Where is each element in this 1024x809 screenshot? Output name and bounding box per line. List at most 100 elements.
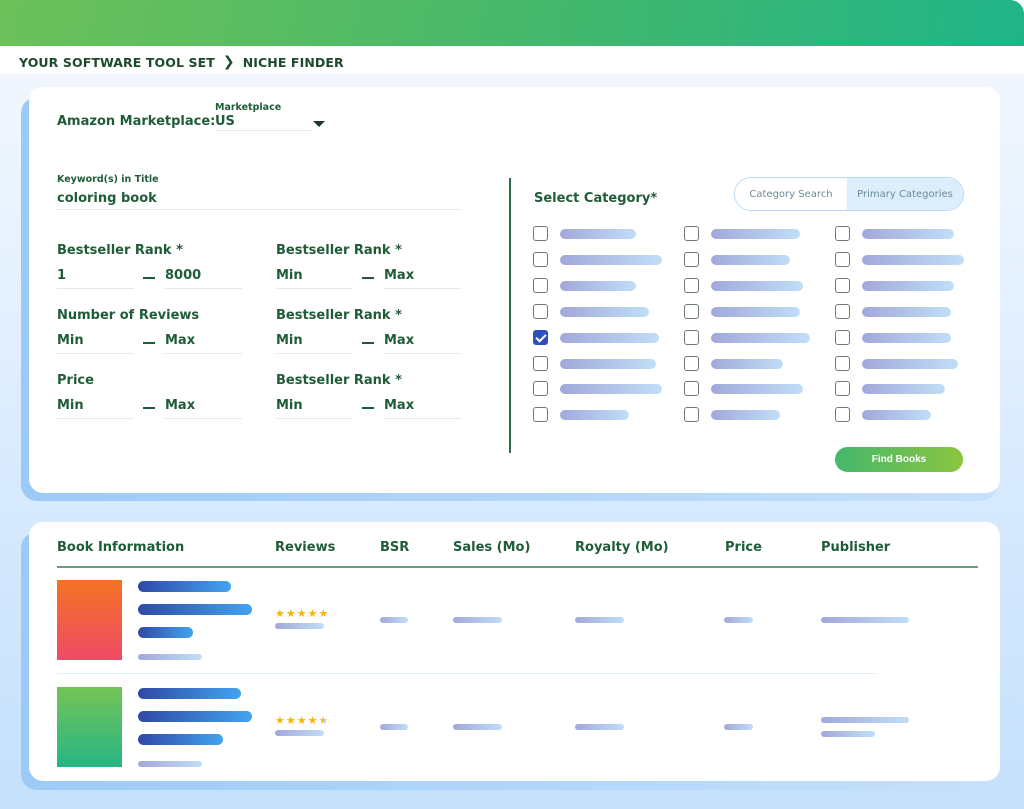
category-checkbox[interactable] (684, 277, 699, 293)
publisher-placeholder (821, 617, 909, 623)
category-checkbox[interactable] (533, 303, 548, 319)
row-divider (57, 673, 877, 674)
category-label-placeholder (862, 384, 945, 395)
category-checkbox[interactable] (684, 407, 699, 423)
category-mode-toggle: Category Search Primary Categories (734, 177, 964, 211)
star-icon: ★ (296, 714, 307, 727)
sales-placeholder (453, 617, 502, 623)
vertical-divider (509, 178, 511, 453)
range-min-underline (276, 418, 353, 419)
price-placeholder (724, 617, 753, 623)
range-separator (362, 407, 374, 409)
col-bsr[interactable]: BSR (380, 540, 409, 555)
category-label-placeholder (711, 229, 800, 239)
bsr-placeholder (380, 724, 408, 730)
book-title-placeholder (138, 627, 193, 638)
category-label-placeholder (711, 332, 810, 343)
category-label-placeholder (862, 280, 954, 291)
category-checkbox[interactable] (684, 355, 699, 371)
category-checkbox[interactable] (835, 251, 850, 267)
category-checkbox[interactable] (533, 407, 548, 423)
range-max-input[interactable]: Max (165, 398, 195, 413)
category-checkbox[interactable] (684, 251, 699, 267)
star-icon: ★ (318, 607, 329, 620)
book-title-placeholder (138, 604, 252, 615)
book-meta-placeholder (138, 654, 202, 660)
range-min-input[interactable]: Min (57, 333, 84, 348)
category-label-placeholder (862, 358, 958, 369)
marketplace-select[interactable]: US (215, 114, 235, 129)
star-icon: ★ (318, 714, 329, 727)
keyword-input[interactable]: coloring book (57, 191, 157, 206)
category-checkbox[interactable] (533, 381, 548, 397)
col-sales[interactable]: Sales (Mo) (453, 540, 530, 555)
breadcrumb-item-toolset[interactable]: YOUR SOFTWARE TOOL SET (19, 55, 215, 70)
range-label: Number of Reviews (57, 308, 200, 323)
col-price[interactable]: Price (725, 540, 762, 555)
find-books-button[interactable]: Find Books (835, 447, 963, 472)
category-label-placeholder (711, 384, 803, 395)
category-checkbox[interactable] (533, 226, 548, 241)
top-banner (0, 0, 1024, 46)
range-max-underline (384, 353, 461, 354)
breadcrumb-item-niche-finder[interactable]: NICHE FINDER (243, 55, 344, 70)
rating-stars: ★ ★ ★ ★ ★ (275, 715, 328, 726)
range-min-input[interactable]: 1 (57, 268, 66, 283)
range-min-input[interactable]: Min (276, 333, 303, 348)
range-max-input[interactable]: Max (384, 333, 414, 348)
table-header-divider (57, 566, 978, 568)
royalty-placeholder (575, 724, 624, 730)
category-checkbox[interactable] (835, 226, 850, 241)
range-max-input[interactable]: Max (165, 333, 195, 348)
range-min-input[interactable]: Min (276, 268, 303, 283)
range-max-input[interactable]: 8000 (165, 268, 201, 283)
category-label-placeholder (711, 280, 803, 291)
book-meta-placeholder (138, 761, 202, 767)
range-min-input[interactable]: Min (276, 398, 303, 413)
category-checkbox[interactable] (835, 381, 850, 397)
range-max-underline (165, 418, 242, 419)
category-label-placeholder (862, 254, 964, 265)
keyword-underline (57, 209, 461, 210)
category-checkbox[interactable] (684, 381, 699, 397)
category-checkbox[interactable] (533, 277, 548, 293)
col-reviews[interactable]: Reviews (275, 540, 335, 555)
tab-category-search[interactable]: Category Search (735, 178, 847, 210)
category-checkbox[interactable] (835, 277, 850, 293)
category-checkbox[interactable] (835, 303, 850, 319)
range-min-input[interactable]: Min (57, 398, 84, 413)
tab-primary-categories[interactable]: Primary Categories (847, 178, 963, 210)
category-checkbox[interactable] (533, 355, 548, 371)
category-checkbox[interactable] (835, 329, 850, 345)
book-cover[interactable] (57, 580, 122, 660)
category-label-placeholder (862, 332, 951, 343)
category-label-placeholder (560, 332, 659, 343)
category-label-placeholder (862, 410, 931, 421)
category-checkbox[interactable] (835, 355, 850, 371)
range-label: Bestseller Rank * (276, 308, 402, 323)
star-icon: ★ (307, 607, 318, 620)
breadcrumb: YOUR SOFTWARE TOOL SET ❯ NICHE FINDER (19, 54, 344, 70)
category-checkbox[interactable] (684, 329, 699, 345)
royalty-placeholder (575, 617, 624, 623)
select-category-label: Select Category* (534, 191, 658, 206)
book-cover[interactable] (57, 687, 122, 767)
col-publisher[interactable]: Publisher (821, 540, 890, 555)
category-label-placeholder (862, 306, 951, 317)
range-max-input[interactable]: Max (384, 268, 414, 283)
range-separator (362, 342, 374, 344)
category-checkbox[interactable] (533, 251, 548, 267)
category-checkbox[interactable] (684, 226, 699, 241)
reviews-count-placeholder (275, 623, 324, 629)
range-max-input[interactable]: Max (384, 398, 414, 413)
category-checkbox-checked[interactable] (533, 329, 548, 345)
category-checkbox[interactable] (684, 303, 699, 319)
sales-placeholder (453, 724, 502, 730)
col-book-information[interactable]: Book Information (57, 540, 184, 555)
chevron-down-icon[interactable] (313, 121, 325, 127)
range-separator (143, 277, 155, 279)
range-min-underline (57, 288, 134, 289)
col-royalty[interactable]: Royalty (Mo) (575, 540, 669, 555)
range-max-underline (384, 418, 461, 419)
category-checkbox[interactable] (835, 407, 850, 423)
